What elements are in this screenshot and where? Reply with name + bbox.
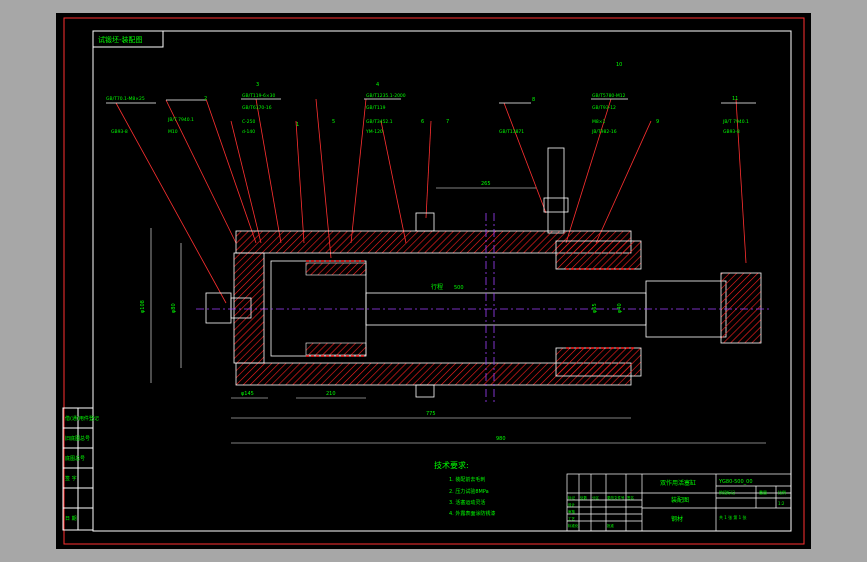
- left-strip-3: 签 字: [65, 475, 77, 482]
- callout-8-sub: JB/T982-16: [591, 129, 617, 135]
- cad-viewport[interactable]: 试锻坯-装配图 借(通)用件登记 旧底图总号 底图总号 签 字 日 期 GB/T…: [56, 13, 811, 549]
- tech-notes: 技术要求: 1. 装配前去毛刺 2. 压力试验8MPa 3. 活塞运动灵活 4.…: [434, 460, 495, 517]
- dim-d5: φ145: [241, 391, 254, 397]
- callout-5-sub: YM-120: [365, 129, 383, 135]
- tech-line-2: 3. 活塞运动灵活: [449, 499, 485, 506]
- callout-5: GB/T3452.1: [366, 119, 393, 125]
- callout-8: M8×1: [592, 119, 606, 125]
- part-tag-g: 7: [446, 119, 449, 125]
- part-tag-b: 3: [256, 82, 259, 88]
- tech-line-0: 1. 装配前去毛刺: [449, 476, 485, 483]
- tb-view: 装配图: [671, 496, 689, 504]
- dimension-texts: φ108 φ80 980 775 210 265 φ145 行程 500 φ65…: [140, 181, 623, 442]
- tb-weight: 重量: [759, 489, 767, 495]
- callout-0-sub: GB93-8: [111, 129, 128, 135]
- dim-d3: φ65: [592, 303, 598, 313]
- tb-role-1: 审核: [568, 509, 576, 514]
- tb-name: 双作用活塞缸: [660, 479, 696, 487]
- tb-material: 钢材: [671, 515, 683, 523]
- part-tag-e: 4: [376, 82, 379, 88]
- tech-title: 技术要求:: [434, 460, 469, 470]
- dim-l3: 210: [326, 391, 336, 397]
- tb-rev-3: 更改文件号: [607, 495, 625, 500]
- callout-4-sub: GB/T119: [366, 105, 386, 111]
- tb-role-4: 批准: [607, 523, 615, 528]
- dim-l1: 980: [496, 436, 506, 442]
- part-tag-h: 8: [532, 97, 535, 103]
- tb-scale-val: 1:2: [778, 501, 785, 506]
- callout-7-sub: GB/T93-12: [592, 105, 616, 111]
- tb-rev-4: 签名: [627, 495, 634, 500]
- left-strip: 借(通)用件登记 旧底图总号 底图总号 签 字 日 期: [62, 407, 99, 531]
- left-strip-4: 日 期: [65, 516, 77, 522]
- tb-rev-2: 分区: [592, 495, 600, 500]
- dim-d2: φ80: [171, 303, 177, 313]
- dim-l4: 265: [481, 181, 491, 187]
- part-tags: 2 3 1 5 4 6 7 8 9 10 11: [204, 62, 738, 128]
- callout-1-sub: M10: [168, 129, 178, 135]
- dim-stroke-val: 500: [454, 285, 464, 291]
- tb-stage: 阶段标记: [719, 489, 735, 495]
- part-tag-a: 2: [204, 96, 207, 102]
- tech-line-1: 2. 压力试验8MPa: [449, 488, 489, 495]
- callout-1: JB/T 7940.1: [167, 117, 194, 123]
- part-tag-d: 5: [332, 119, 335, 125]
- callout-6: GB/T13871: [499, 129, 524, 135]
- left-strip-2: 底图总号: [65, 455, 85, 462]
- callout-7: GB/T5780-M12: [592, 93, 626, 99]
- part-tag-k: 11: [732, 96, 738, 102]
- tb-sheet: 共 1 张 第 1 张: [719, 514, 746, 520]
- tb-rev-1: 处数: [580, 495, 588, 500]
- callout-3: C-250: [242, 119, 255, 125]
- callout-extra-sub: GB93-8: [723, 129, 740, 135]
- tb-drawing-no: YG80-500_00: [718, 479, 753, 485]
- left-strip-1: 旧底图总号: [65, 435, 90, 442]
- left-strip-0: 借(通)用件登记: [65, 415, 99, 422]
- assembly-drawing: 试锻坯-装配图 借(通)用件登记 旧底图总号 底图总号 签 字 日 期 GB/T…: [62, 17, 805, 545]
- callout-0: GB/T70.1-M8×25: [106, 96, 145, 102]
- callout-2-sub: GB/T6170-16: [242, 105, 272, 111]
- tb-scale: 比例: [778, 489, 786, 495]
- dim-l2: 775: [426, 411, 436, 417]
- tb-role-2: 工艺: [568, 516, 576, 521]
- callout-3-sub: d-140: [242, 129, 255, 135]
- callout-4: GB/T1235.1-2000: [366, 93, 406, 99]
- title-box-text: 试锻坯-装配图: [98, 35, 143, 44]
- tb-rev-0: 标记: [568, 495, 576, 500]
- part-tag-f: 6: [421, 119, 424, 125]
- tb-role-3: 标准化: [568, 523, 579, 528]
- dim-stroke: 行程: [431, 283, 443, 291]
- tech-line-3: 4. 外露表面涂防锈漆: [449, 510, 495, 517]
- part-tag-i: 9: [656, 119, 659, 125]
- dim-d4: φ40: [617, 303, 623, 313]
- part-tag-j: 10: [616, 62, 622, 68]
- callout-2: GB/T119-6×30: [242, 93, 276, 99]
- leader-lines: [115, 98, 747, 304]
- dim-d1: φ108: [140, 300, 146, 313]
- callout-extra: JB/T 7940.1: [722, 119, 749, 125]
- tb-role-0: 设计: [568, 502, 576, 507]
- part-tag-c: 1: [296, 122, 299, 128]
